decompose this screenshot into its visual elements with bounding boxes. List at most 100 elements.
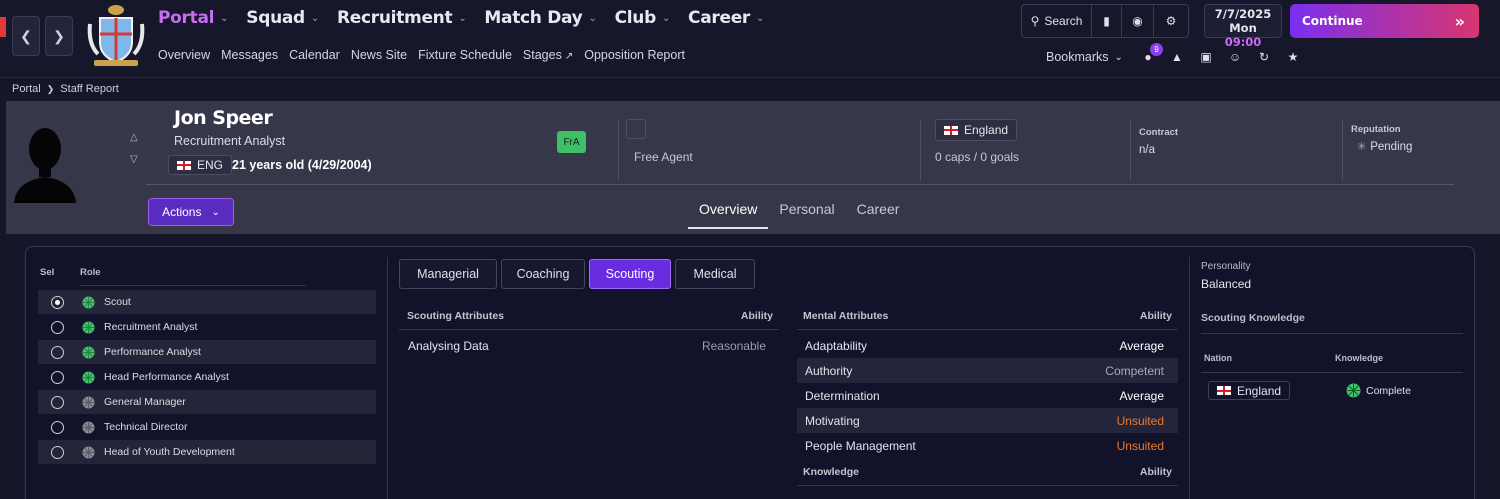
role-radio[interactable] [51,370,64,384]
nav-career[interactable]: Career ⌄ [688,8,764,28]
sub-navigation: Overview Messages Calendar News Site Fix… [158,48,685,62]
previous-staff-icon[interactable]: △ [130,127,138,149]
forward-button[interactable]: ❯ [45,16,73,56]
role-row[interactable]: Head of Youth Development [38,440,376,464]
tab-career[interactable]: Career [846,199,911,229]
refresh-icon[interactable]: ↻ [1255,48,1273,66]
role-radio[interactable] [51,320,64,334]
nav-match-day[interactable]: Match Day ⌄ [484,8,596,28]
ability-header: Ability [1139,466,1172,478]
shirt-icon[interactable]: ▲ [1168,48,1186,66]
nav-club[interactable]: Club ⌄ [615,8,671,28]
role-rating-star-icon [82,295,95,309]
mental-attributes-title: Mental Attributes [803,310,889,322]
subnav-overview[interactable]: Overview [158,48,210,62]
chevron-down-icon: ⌄ [661,12,671,24]
reputation-label: Reputation [1351,124,1401,135]
role-row[interactable]: Technical Director [38,415,376,439]
subnav-opposition-report[interactable]: Opposition Report [584,48,685,62]
breadcrumb-portal[interactable]: Portal [12,83,41,95]
nav-portal[interactable]: Portal ⌄ [158,8,229,28]
role-label: Recruitment Analyst [104,321,198,333]
role-radio[interactable] [51,295,64,309]
attribute-row[interactable]: Adaptability Average [797,333,1178,358]
role-row[interactable]: Scout [38,290,376,314]
attribute-name: People Management [805,438,916,453]
england-flag-icon [1217,386,1231,395]
divider [920,119,921,181]
attribute-row[interactable]: Determination Average [797,383,1178,408]
globe-button[interactable]: ◉ [1122,5,1154,37]
attribute-row[interactable]: Analysing Data Reasonable [400,333,780,358]
back-button[interactable]: ❮ [12,16,40,56]
club-crest-icon[interactable] [86,4,146,68]
nav-recruitment-label: Recruitment [337,8,453,28]
club-status: Free Agent [634,150,693,164]
role-row[interactable]: Head Performance Analyst [38,365,376,389]
chevron-right-icon: ❯ [53,27,65,44]
england-flag-icon [944,125,958,135]
red-edge-marker [0,17,6,37]
sel-column-header: Sel [40,267,55,278]
attribute-row[interactable]: Motivating Unsuited [797,408,1178,433]
tab-coaching[interactable]: Coaching [501,259,585,289]
clipboard-icon[interactable]: ▣ [1197,48,1215,66]
role-radio[interactable] [51,420,64,434]
personality-value: Balanced [1201,277,1252,291]
role-radio[interactable] [51,345,64,359]
attribute-ability: Reasonable [701,338,766,353]
attribute-ability: Unsuited [1116,413,1164,428]
staff-name: Jon Speer [174,107,273,129]
nation-chip[interactable]: England [935,119,1018,141]
tab-scouting[interactable]: Scouting [589,259,671,289]
settings-button[interactable]: ⚙ [1154,5,1188,37]
search-button[interactable]: ⚲ Search [1022,5,1092,37]
role-radio[interactable] [51,445,64,459]
attribute-row[interactable]: Authority Competent [797,358,1178,383]
bookmark-icon: ▮ [1103,14,1110,28]
nationality-code: ENG [197,158,224,172]
quick-access-icons: ● 9 ▲ ▣ ☺ ↻ ★ [1139,43,1302,66]
nav-squad[interactable]: Squad ⌄ [246,8,319,28]
subnav-stages[interactable]: Stages ↗ [523,48,573,62]
attribute-name: Analysing Data [408,338,489,353]
continue-button[interactable]: Continue » [1290,4,1479,38]
tab-overview[interactable]: Overview [688,199,769,229]
divider [146,184,1454,185]
chevron-down-icon: ⌄ [1114,51,1123,63]
role-row[interactable]: Performance Analyst [38,340,376,364]
staff-role: Recruitment Analyst [174,134,286,148]
game-date[interactable]: 7/7/2025 Mon 09:00 [1204,4,1282,49]
role-rating-star-icon [82,395,95,409]
mental-attributes-header: Mental Attributes Ability [797,310,1178,330]
nationality-chip[interactable]: ENG [168,155,233,175]
tab-medical[interactable]: Medical [675,259,755,289]
bookmarks-dropdown[interactable]: Bookmarks ⌄ [1046,50,1123,64]
tab-personal[interactable]: Personal [768,199,845,229]
bookmark-button[interactable]: ▮ [1092,5,1122,37]
role-row[interactable]: Recruitment Analyst [38,315,376,339]
globe-icon: ◉ [1132,14,1143,28]
subnav-fixture-schedule[interactable]: Fixture Schedule [418,48,512,62]
nav-recruitment[interactable]: Recruitment ⌄ [337,8,467,28]
next-staff-icon[interactable]: ▽ [130,149,138,171]
subnav-stages-label: Stages [522,48,562,62]
knowledge-nation-chip[interactable]: England [1208,381,1291,400]
subnav-messages[interactable]: Messages [221,48,278,62]
search-label: Search [1044,14,1083,28]
trophy-icon[interactable]: ★ [1284,48,1302,66]
divider [387,257,388,499]
search-icon: ⚲ [1030,14,1040,28]
actions-button[interactable]: Actions ⌄ [148,198,234,226]
subnav-calendar[interactable]: Calendar [289,48,340,62]
subnav-news-site[interactable]: News Site [351,48,407,62]
role-row[interactable]: General Manager [38,390,376,414]
role-radio[interactable] [51,395,64,409]
staff-icon[interactable]: ☺ [1226,48,1244,66]
messages-icon[interactable]: ● 9 [1139,43,1163,66]
tab-managerial[interactable]: Managerial [399,259,497,289]
attribute-row[interactable]: People Management Unsuited [797,433,1178,458]
breadcrumb: Portal ❯ Staff Report [12,83,119,95]
external-link-icon: ↗ [564,51,574,62]
scouting-attributes-header: Scouting Attributes Ability [399,310,779,330]
